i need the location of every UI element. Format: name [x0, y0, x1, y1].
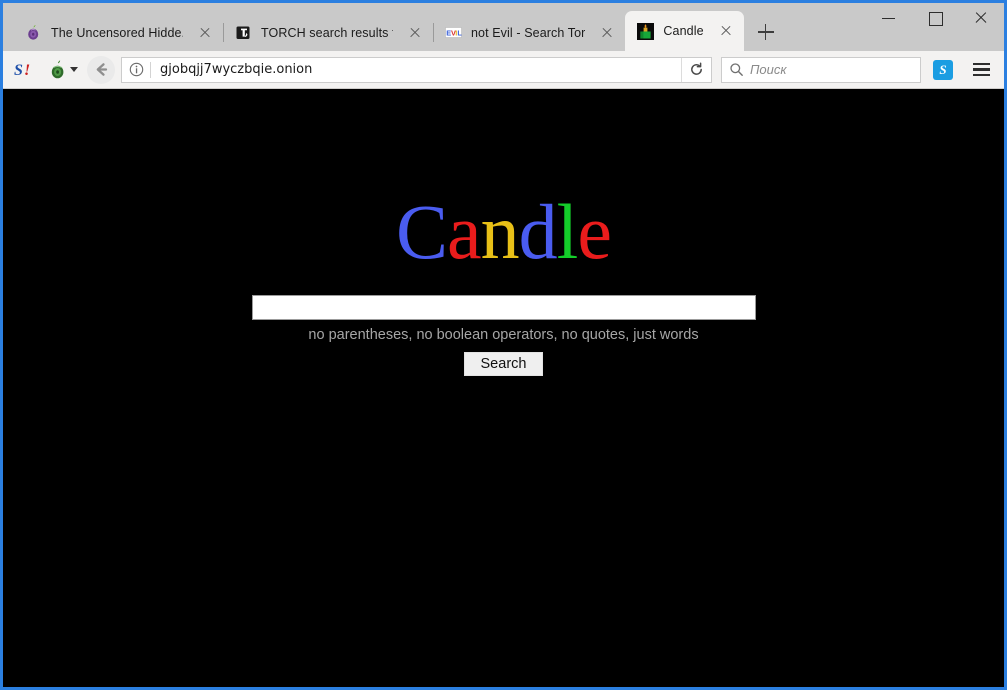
- tab-not-evil-search-tor[interactable]: E V I L not Evil - Search Tor: [433, 14, 626, 51]
- close-button[interactable]: [958, 3, 1004, 33]
- url-text[interactable]: gjobqjj7wyczbqie.onion: [151, 62, 681, 77]
- reload-button[interactable]: [681, 57, 711, 82]
- svg-text:!: !: [24, 62, 30, 79]
- tab-title: Candle: [663, 24, 704, 38]
- new-tab-button[interactable]: [751, 17, 781, 47]
- tor-onion-icon: [25, 24, 42, 41]
- notevil-icon: E V I L: [445, 24, 462, 41]
- tab-title: not Evil - Search Tor: [471, 25, 586, 40]
- candle-home: Candle no parentheses, no boolean operat…: [3, 193, 1004, 376]
- tab-close-button[interactable]: [403, 21, 427, 45]
- tab-close-button[interactable]: [714, 19, 738, 43]
- tab-torch-search-results[interactable]: TORCH search results f...: [223, 14, 433, 51]
- tab-title: TORCH search results f...: [261, 25, 393, 40]
- browser-window: The Uncensored Hidde... TORCH search res…: [0, 0, 1007, 690]
- logo-letter-c: C: [396, 188, 448, 275]
- window-controls: [866, 3, 1004, 33]
- svg-text:S: S: [14, 62, 23, 79]
- svg-text:L: L: [457, 28, 462, 37]
- skype-s-icon[interactable]: S !: [13, 58, 37, 82]
- logo-letter-d: d: [518, 188, 558, 275]
- logo-letter-n: n: [480, 188, 520, 275]
- tor-onion-button[interactable]: [45, 57, 81, 83]
- logo-letter-e: e: [577, 188, 612, 275]
- tab-candle[interactable]: Candle: [625, 11, 744, 51]
- page-content: Candle no parentheses, no boolean operat…: [3, 89, 1004, 687]
- url-bar[interactable]: gjobqjj7wyczbqie.onion: [121, 56, 712, 83]
- search-hint-text: no parentheses, no boolean operators, no…: [308, 327, 699, 343]
- candle-icon: [637, 22, 655, 40]
- green-onion-icon: [51, 59, 64, 78]
- search-button[interactable]: Search: [463, 352, 544, 376]
- chevron-down-icon: [70, 67, 78, 72]
- logo-letter-l: l: [556, 188, 579, 275]
- navigation-toolbar: S ! gjobqjj7wyczbqie.onion Поиск S: [3, 51, 1004, 89]
- logo-letter-a: a: [447, 188, 482, 275]
- skype-icon[interactable]: S: [933, 59, 953, 80]
- hamburger-menu-icon[interactable]: [966, 56, 996, 84]
- toolbar-search-box[interactable]: Поиск: [721, 56, 921, 83]
- tab-the-uncensored-hidden[interactable]: The Uncensored Hidde...: [13, 14, 223, 51]
- search-icon: [730, 63, 743, 76]
- minimize-button[interactable]: [866, 3, 912, 33]
- maximize-button[interactable]: [912, 3, 958, 33]
- candle-logo: Candle: [3, 193, 1004, 271]
- site-info-icon[interactable]: [122, 58, 150, 82]
- toolbar-search-placeholder: Поиск: [750, 62, 787, 77]
- tab-title: The Uncensored Hidde...: [51, 25, 183, 40]
- tab-close-button[interactable]: [193, 21, 217, 45]
- torch-icon: [235, 24, 252, 41]
- search-input[interactable]: [251, 295, 756, 320]
- back-button[interactable]: [87, 55, 115, 84]
- tab-strip: The Uncensored Hidde... TORCH search res…: [3, 3, 1004, 51]
- tab-close-button[interactable]: [595, 21, 619, 45]
